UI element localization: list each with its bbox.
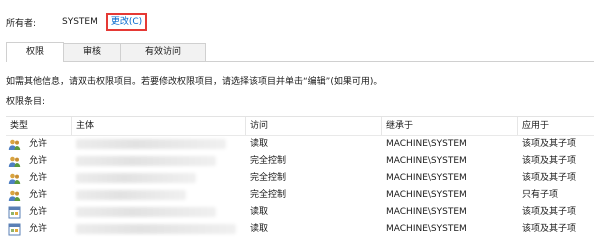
table-row[interactable]: 允许 完全控制 MACHINE\SYSTEM 该项及其子项 <box>6 170 594 187</box>
row-access: 完全控制 <box>250 173 287 183</box>
tab-auditing[interactable]: 审核 <box>63 43 121 61</box>
row-principal <box>72 153 246 170</box>
permission-entries-list[interactable]: 类型 主体 访问 继承于 应用于 允许 读取 MACHINE\SYSTEM 该项… <box>6 116 594 250</box>
table-row[interactable]: 允许 完全控制 MACHINE\SYSTEM 只有子项 <box>6 187 594 204</box>
row-applies-to: 该项及其子项 <box>522 139 577 149</box>
row-type: 允许 <box>29 207 48 217</box>
owner-row: 所有者: SYSTEM 更改(C) <box>6 13 148 31</box>
hint-text: 如需其他信息，请双击权限项目。若要修改权限项目，请选择该项目并单击“编辑”(如果… <box>6 77 383 87</box>
row-inherited-from: MACHINE\SYSTEM <box>386 190 467 200</box>
row-applies-to: 该项及其子项 <box>522 156 577 166</box>
row-inherited-from: MACHINE\SYSTEM <box>386 173 467 183</box>
row-access: 读取 <box>250 207 269 217</box>
row-applies-to: 该项及其子项 <box>522 173 577 183</box>
tab-permissions[interactable]: 权限 <box>6 42 64 62</box>
owner-value: SYSTEM <box>62 17 98 27</box>
column-header-access[interactable]: 访问 <box>246 117 382 135</box>
change-owner-link[interactable]: 更改(C) <box>105 13 148 31</box>
app-package-icon <box>8 206 21 219</box>
column-header-type[interactable]: 类型 <box>6 117 72 135</box>
row-inherited-from: MACHINE\SYSTEM <box>386 224 467 234</box>
column-header-applies-to[interactable]: 应用于 <box>518 117 594 135</box>
advanced-security-settings: 所有者: SYSTEM 更改(C) 权限 审核 有效访问 如需其他信息，请双击权… <box>0 0 600 250</box>
table-row[interactable]: 允许 读取 MACHINE\SYSTEM 该项及其子项 <box>6 204 594 221</box>
users-icon <box>8 156 21 167</box>
row-access: 读取 <box>250 224 269 234</box>
row-principal <box>72 136 246 153</box>
row-type: 允许 <box>29 224 48 234</box>
row-type: 允许 <box>29 139 48 149</box>
row-applies-to: 只有子项 <box>522 190 559 200</box>
row-type: 允许 <box>29 190 48 200</box>
row-principal <box>72 221 246 238</box>
column-header-inherited-from[interactable]: 继承于 <box>382 117 518 135</box>
permission-entries-label: 权限条目: <box>6 97 46 107</box>
row-applies-to: 该项及其子项 <box>522 224 577 234</box>
row-principal <box>72 187 246 204</box>
users-icon <box>8 190 21 201</box>
row-principal <box>72 170 246 187</box>
row-type: 允许 <box>29 173 48 183</box>
row-type: 允许 <box>29 156 48 166</box>
row-inherited-from: MACHINE\SYSTEM <box>386 207 467 217</box>
tab-bar: 权限 审核 有效访问 <box>6 42 594 62</box>
row-access: 读取 <box>250 139 269 149</box>
row-principal <box>72 204 246 221</box>
users-icon <box>8 173 21 184</box>
table-row[interactable]: 允许 完全控制 MACHINE\SYSTEM 该项及其子项 <box>6 153 594 170</box>
app-package-icon <box>8 223 21 236</box>
row-inherited-from: MACHINE\SYSTEM <box>386 139 467 149</box>
table-row[interactable]: 允许 读取 MACHINE\SYSTEM 该项及其子项 <box>6 221 594 238</box>
owner-label: 所有者: <box>6 18 37 29</box>
table-row[interactable]: 允许 读取 MACHINE\SYSTEM 该项及其子项 <box>6 136 594 153</box>
row-access: 完全控制 <box>250 156 287 166</box>
row-applies-to: 该项及其子项 <box>522 207 577 217</box>
row-inherited-from: MACHINE\SYSTEM <box>386 156 467 166</box>
row-access: 完全控制 <box>250 190 287 200</box>
column-header-principal[interactable]: 主体 <box>72 117 246 135</box>
list-header: 类型 主体 访问 继承于 应用于 <box>6 117 594 136</box>
users-icon <box>8 139 21 150</box>
tab-effective-access[interactable]: 有效访问 <box>120 43 206 61</box>
